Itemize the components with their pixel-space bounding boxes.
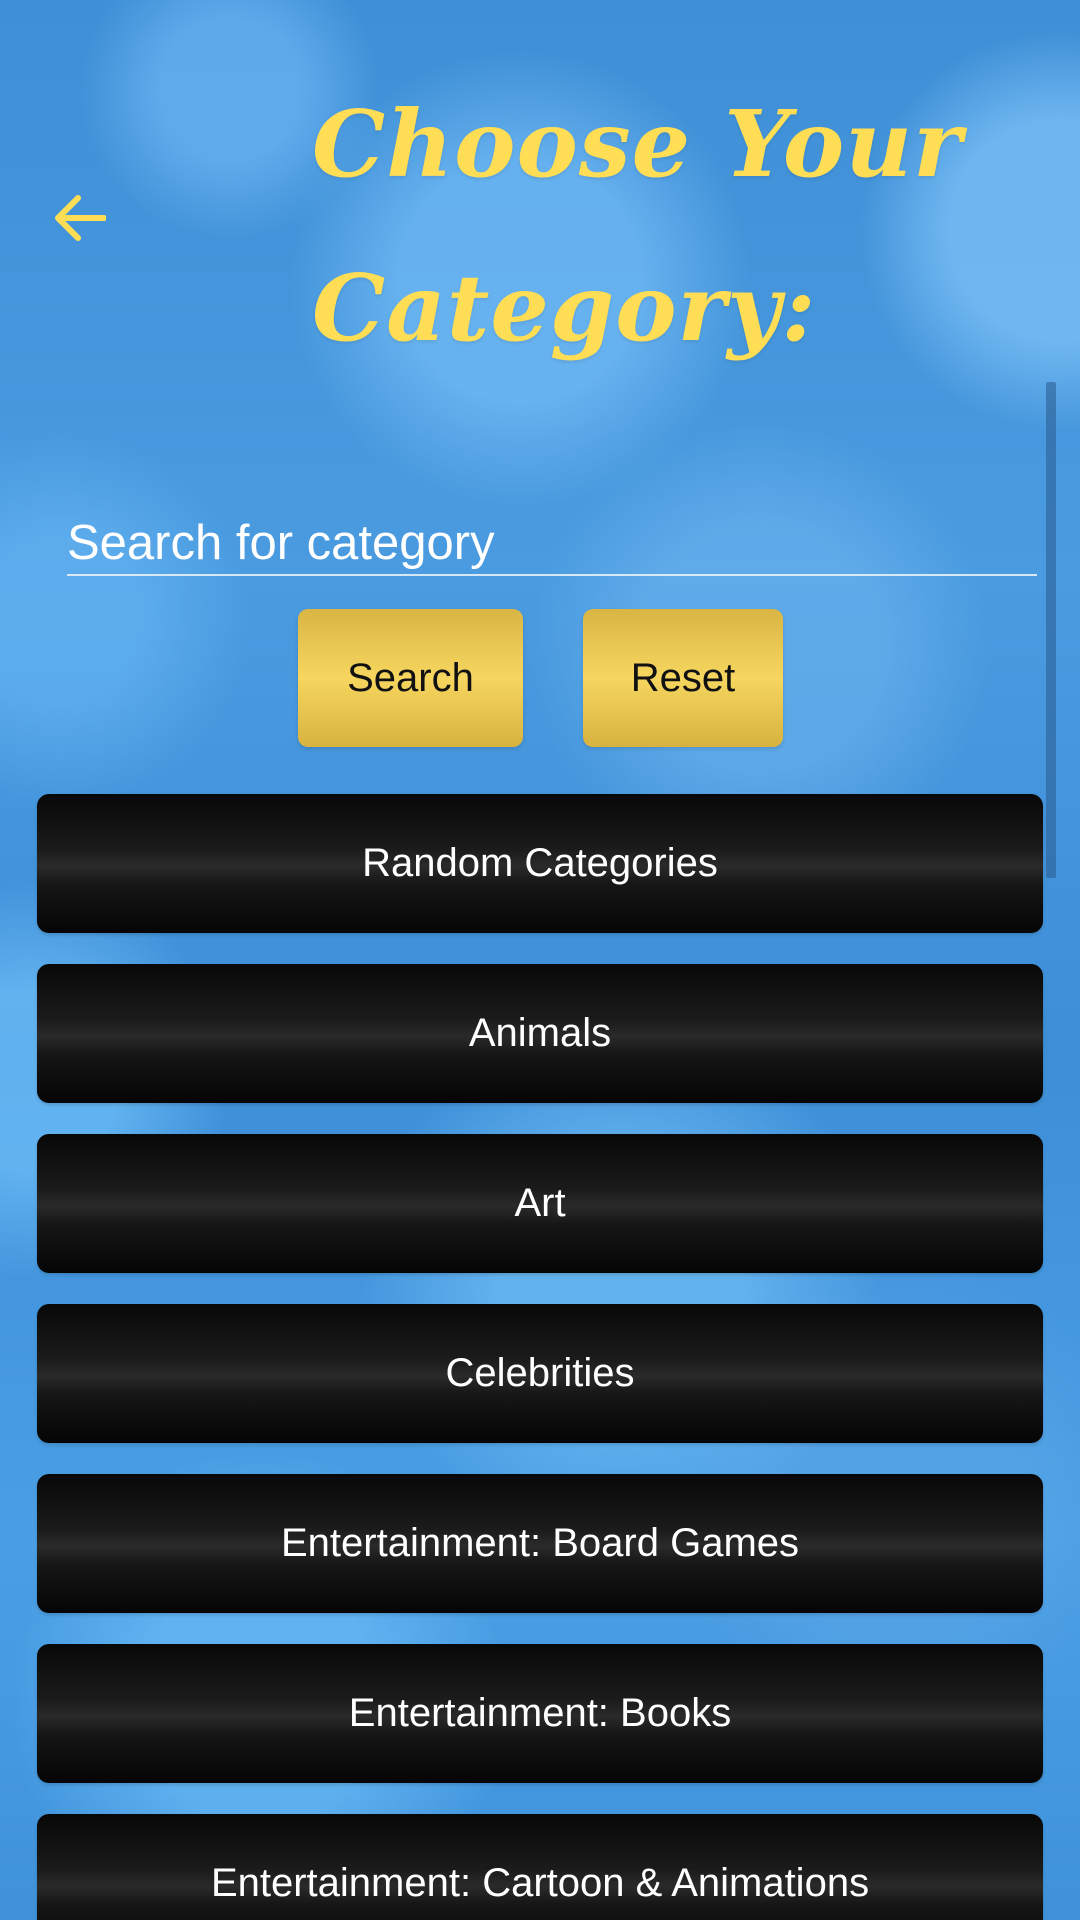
category-random-categories[interactable]: Random Categories <box>37 794 1043 933</box>
category-list: Random Categories Animals Art Celebritie… <box>37 794 1043 1920</box>
search-input[interactable] <box>67 512 1037 576</box>
search-button[interactable]: Search <box>298 609 523 747</box>
page-title-line-1: Choose Your <box>312 90 963 198</box>
reset-button[interactable]: Reset <box>583 609 783 747</box>
category-books[interactable]: Entertainment: Books <box>37 1644 1043 1783</box>
page-title-line-2: Category: <box>312 254 817 362</box>
back-button[interactable] <box>50 188 110 248</box>
category-animals[interactable]: Animals <box>37 964 1043 1103</box>
category-art[interactable]: Art <box>37 1134 1043 1273</box>
scrollbar[interactable] <box>1046 382 1056 878</box>
category-board-games[interactable]: Entertainment: Board Games <box>37 1474 1043 1613</box>
category-celebrities[interactable]: Celebrities <box>37 1304 1043 1443</box>
arrow-left-icon <box>55 195 106 241</box>
page-title: Choose Your Category: <box>312 62 1032 390</box>
category-cartoon-animations[interactable]: Entertainment: Cartoon & Animations <box>37 1814 1043 1920</box>
